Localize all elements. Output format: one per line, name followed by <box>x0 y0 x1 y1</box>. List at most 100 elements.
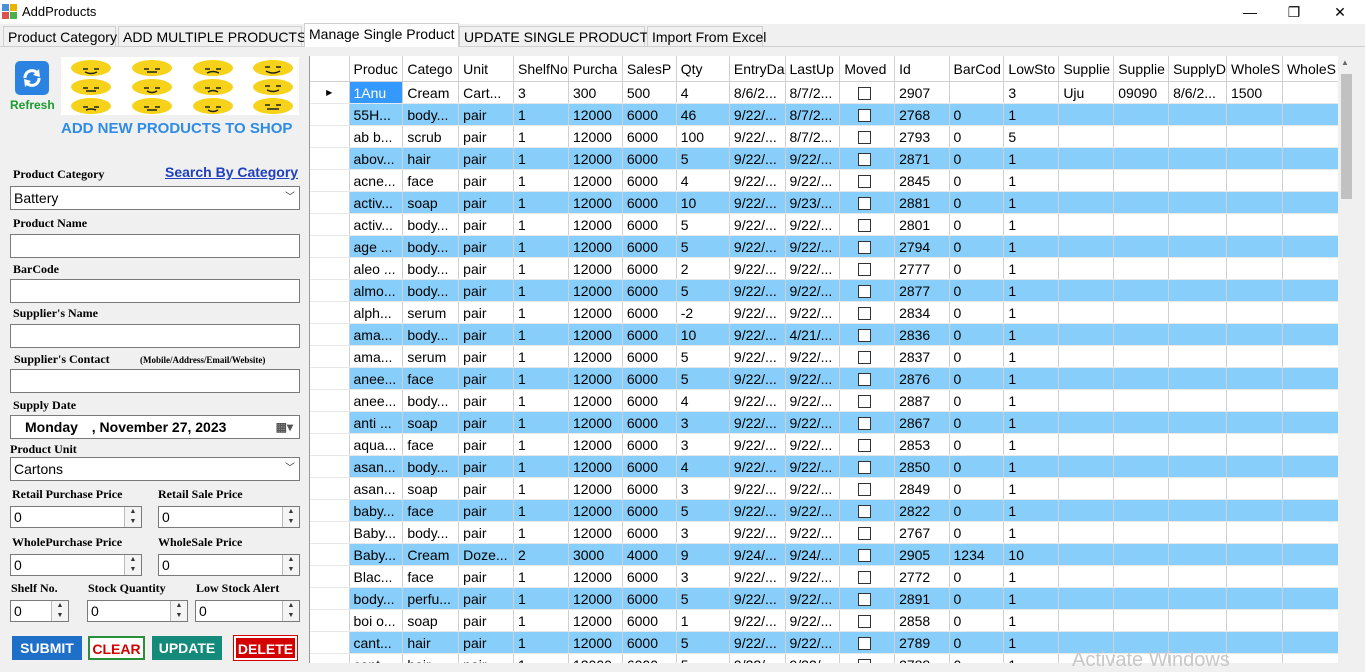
table-cell[interactable] <box>1168 103 1228 126</box>
row-header[interactable] <box>310 323 350 346</box>
table-cell[interactable]: 8/7/2... <box>785 103 841 126</box>
table-cell[interactable] <box>1282 587 1339 610</box>
close-button[interactable]: ✕ <box>1325 2 1355 22</box>
moved-checkbox-cell[interactable] <box>839 279 896 302</box>
table-cell[interactable]: 1 <box>1003 257 1060 280</box>
tab-manage-single-product[interactable]: Manage Single Product <box>304 23 459 47</box>
table-cell[interactable]: 9/22/... <box>729 389 786 412</box>
table-cell[interactable]: 1 <box>513 323 569 346</box>
moved-checkbox[interactable] <box>858 417 872 431</box>
table-cell[interactable]: 6000 <box>622 389 677 412</box>
moved-checkbox[interactable] <box>858 329 872 343</box>
table-cell[interactable]: pair <box>458 147 514 170</box>
table-cell[interactable]: 0 <box>949 301 1005 324</box>
table-cell[interactable] <box>1282 235 1339 258</box>
table-cell[interactable]: 0 <box>949 433 1005 456</box>
table-cell[interactable] <box>1282 455 1339 478</box>
row-header[interactable] <box>310 653 350 663</box>
table-cell[interactable]: aqua... <box>349 433 404 456</box>
table-cell[interactable]: 1 <box>1003 169 1060 192</box>
stock-quantity-stepper[interactable]: 0 ▲ ▼ <box>87 600 188 622</box>
table-cell[interactable]: 9/22/... <box>785 499 841 522</box>
minimize-button[interactable]: — <box>1235 2 1265 22</box>
table-cell[interactable]: 2789 <box>894 631 950 654</box>
table-cell[interactable]: 9/22/... <box>729 301 786 324</box>
supplier-name-input[interactable] <box>10 324 300 348</box>
low-stock-stepper[interactable]: 0 ▲ ▼ <box>195 600 300 622</box>
table-cell[interactable]: acne... <box>349 169 404 192</box>
table-cell[interactable] <box>1282 631 1339 654</box>
restore-button[interactable]: ❐ <box>1279 2 1309 22</box>
table-cell[interactable]: 6000 <box>622 345 677 368</box>
table-cell[interactable]: 1 <box>513 433 569 456</box>
table-cell[interactable]: pair <box>458 653 514 663</box>
table-cell[interactable]: 1 <box>513 147 569 170</box>
table-cell[interactable] <box>1168 499 1228 522</box>
table-row[interactable]: acne... face pair 1 12000 6000 4 9/22/... 9/22/.… <box>310 169 1339 192</box>
table-cell[interactable] <box>1226 147 1283 170</box>
table-cell[interactable]: 9/22/... <box>785 345 841 368</box>
table-cell[interactable]: Cart... <box>458 81 514 104</box>
supply-date-picker[interactable]: Monday , November 27, 2023 ▦▾ <box>10 415 300 439</box>
table-cell[interactable] <box>1113 587 1170 610</box>
moved-checkbox-cell[interactable] <box>839 191 896 214</box>
table-cell[interactable] <box>1282 213 1339 236</box>
table-cell[interactable]: soap <box>402 191 460 214</box>
table-cell[interactable]: 0 <box>949 565 1005 588</box>
column-header[interactable]: ShelfNo <box>513 56 569 82</box>
row-header[interactable] <box>310 301 350 324</box>
table-cell[interactable]: 9/22/... <box>729 565 786 588</box>
moved-checkbox[interactable] <box>858 549 872 563</box>
table-cell[interactable]: 2801 <box>894 213 950 236</box>
moved-checkbox-cell[interactable] <box>839 521 896 544</box>
row-header[interactable] <box>310 543 350 566</box>
table-cell[interactable]: 9/22/... <box>729 653 786 663</box>
table-cell[interactable] <box>1226 191 1283 214</box>
table-cell[interactable] <box>1113 169 1170 192</box>
row-header[interactable] <box>310 367 350 390</box>
column-header[interactable]: LowSto <box>1003 56 1060 82</box>
table-cell[interactable]: 1 <box>1003 499 1060 522</box>
table-cell[interactable]: pair <box>458 235 514 258</box>
table-cell[interactable] <box>1282 81 1339 104</box>
table-cell[interactable]: hair <box>402 631 460 654</box>
table-cell[interactable] <box>1113 125 1170 148</box>
table-cell[interactable]: 9/22/... <box>729 477 786 500</box>
table-cell[interactable]: 6000 <box>622 433 677 456</box>
table-cell[interactable] <box>1226 213 1283 236</box>
table-cell[interactable]: 9/22/... <box>785 213 841 236</box>
table-cell[interactable] <box>1282 103 1339 126</box>
moved-checkbox[interactable] <box>858 197 872 211</box>
table-cell[interactable]: cant... <box>349 653 404 663</box>
table-cell[interactable]: 2793 <box>894 125 950 148</box>
moved-checkbox-cell[interactable] <box>839 411 896 434</box>
row-header[interactable] <box>310 125 350 148</box>
table-cell[interactable]: 9/22/... <box>785 367 841 390</box>
table-row[interactable]: anti ... soap pair 1 12000 6000 3 9/22/... 9/22/… <box>310 411 1339 434</box>
clear-button[interactable]: CLEAR <box>88 636 145 660</box>
table-cell[interactable]: pair <box>458 191 514 214</box>
table-cell[interactable]: 2867 <box>894 411 950 434</box>
table-cell[interactable] <box>1168 345 1228 368</box>
table-cell[interactable] <box>1226 521 1283 544</box>
table-cell[interactable] <box>1226 565 1283 588</box>
table-cell[interactable] <box>1058 499 1115 522</box>
table-cell[interactable]: 12000 <box>568 609 623 632</box>
table-cell[interactable] <box>1058 125 1115 148</box>
table-cell[interactable]: 9/22/... <box>785 455 841 478</box>
table-row[interactable]: Baby... Cream Doze... 2 3000 4000 9 9/24/... 9/2… <box>310 543 1339 566</box>
table-cell[interactable]: 2876 <box>894 367 950 390</box>
moved-checkbox-cell[interactable] <box>839 543 896 566</box>
table-cell[interactable]: 6000 <box>622 631 677 654</box>
table-cell[interactable] <box>1282 125 1339 148</box>
table-cell[interactable]: 12000 <box>568 213 623 236</box>
table-cell[interactable]: pair <box>458 213 514 236</box>
table-cell[interactable] <box>1058 587 1115 610</box>
table-cell[interactable] <box>1168 169 1228 192</box>
table-cell[interactable] <box>1058 279 1115 302</box>
table-cell[interactable]: 2849 <box>894 477 950 500</box>
table-cell[interactable] <box>1226 323 1283 346</box>
table-cell[interactable]: 9/22/... <box>785 411 841 434</box>
tab-product-category[interactable]: Product Category <box>3 26 117 46</box>
table-cell[interactable]: 9/22/... <box>785 587 841 610</box>
